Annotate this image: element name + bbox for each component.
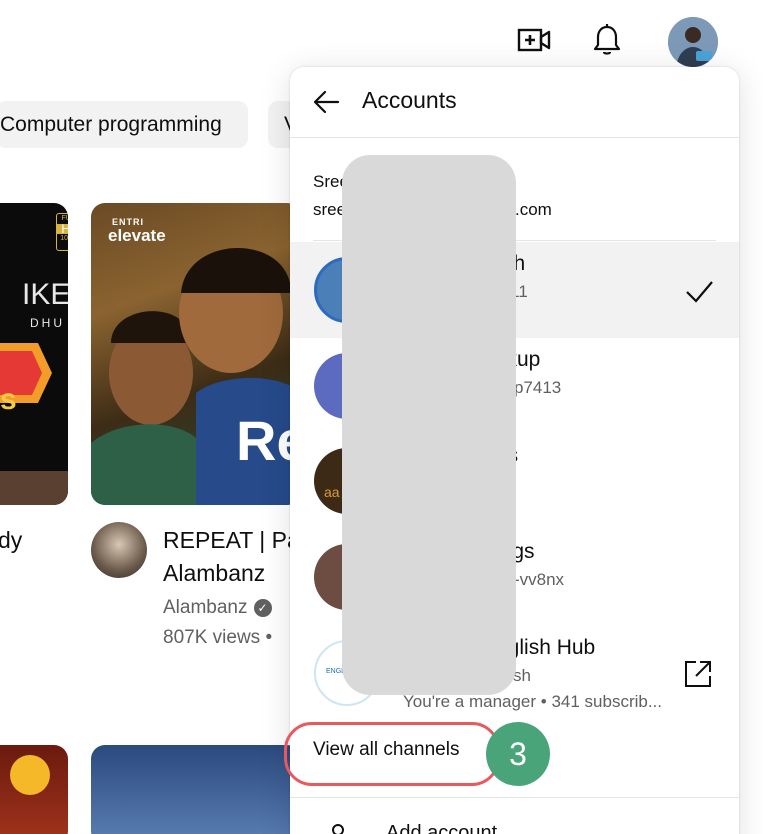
add-account-link[interactable]: Add account bbox=[386, 822, 497, 834]
user-avatar[interactable] bbox=[668, 17, 718, 67]
check-icon bbox=[686, 281, 713, 303]
add-account-icon[interactable] bbox=[326, 822, 350, 834]
video-thumbnail-bottom-right[interactable] bbox=[91, 745, 301, 834]
account-email-end: .com bbox=[515, 200, 552, 219]
redaction-block bbox=[342, 155, 516, 695]
bell-icon[interactable] bbox=[591, 23, 623, 57]
video-thumbnail-left[interactable]: FULL HD 1080p IKE DHU s bbox=[0, 203, 68, 505]
thumb-sub-fragment: DHU bbox=[30, 316, 65, 330]
view-all-channels-link[interactable]: View all channels bbox=[313, 739, 459, 761]
brand: elevate bbox=[108, 226, 166, 245]
external-link-icon[interactable] bbox=[682, 658, 714, 690]
hd-badge-mid: HD bbox=[57, 223, 68, 235]
back-arrow-icon[interactable] bbox=[312, 88, 340, 116]
hd-badge-bottom: 1080p bbox=[60, 235, 68, 242]
channel-manager-5: You're a manager • 341 subscrib... bbox=[403, 692, 663, 711]
channel-logo-icon bbox=[10, 755, 50, 795]
verified-icon: ✓ bbox=[253, 599, 272, 617]
video-camera-plus-icon[interactable] bbox=[517, 27, 551, 53]
hd-badge: FULL HD 1080p bbox=[56, 213, 68, 251]
video-thumbnail-right[interactable]: ENTRI elevate Re bbox=[91, 203, 301, 505]
step-badge: 3 bbox=[486, 722, 550, 786]
video-views: 807K views • bbox=[163, 627, 273, 648]
thumb-footer bbox=[0, 471, 68, 505]
youtube-page: Computer programming V FULL HD 1080p IKE… bbox=[0, 0, 763, 834]
avatar-text-3: aa bbox=[324, 484, 340, 500]
thumb-accent: s bbox=[0, 383, 17, 416]
video-title-left[interactable]: dy bbox=[0, 524, 22, 557]
channel-name-row[interactable]: Alambanz ✓ bbox=[163, 597, 272, 619]
thumb-title-fragment: IKE bbox=[22, 278, 68, 311]
accounts-header: Accounts bbox=[290, 67, 739, 138]
video-thumbnail-bottom-left[interactable] bbox=[0, 745, 68, 834]
channel-avatar[interactable] bbox=[91, 522, 147, 578]
chip-computer-programming[interactable]: Computer programming bbox=[0, 101, 248, 148]
accounts-title: Accounts bbox=[362, 87, 457, 113]
chip-label: Computer programming bbox=[0, 112, 222, 136]
channel-name: Alambanz bbox=[163, 597, 248, 618]
panel-divider bbox=[290, 797, 739, 798]
